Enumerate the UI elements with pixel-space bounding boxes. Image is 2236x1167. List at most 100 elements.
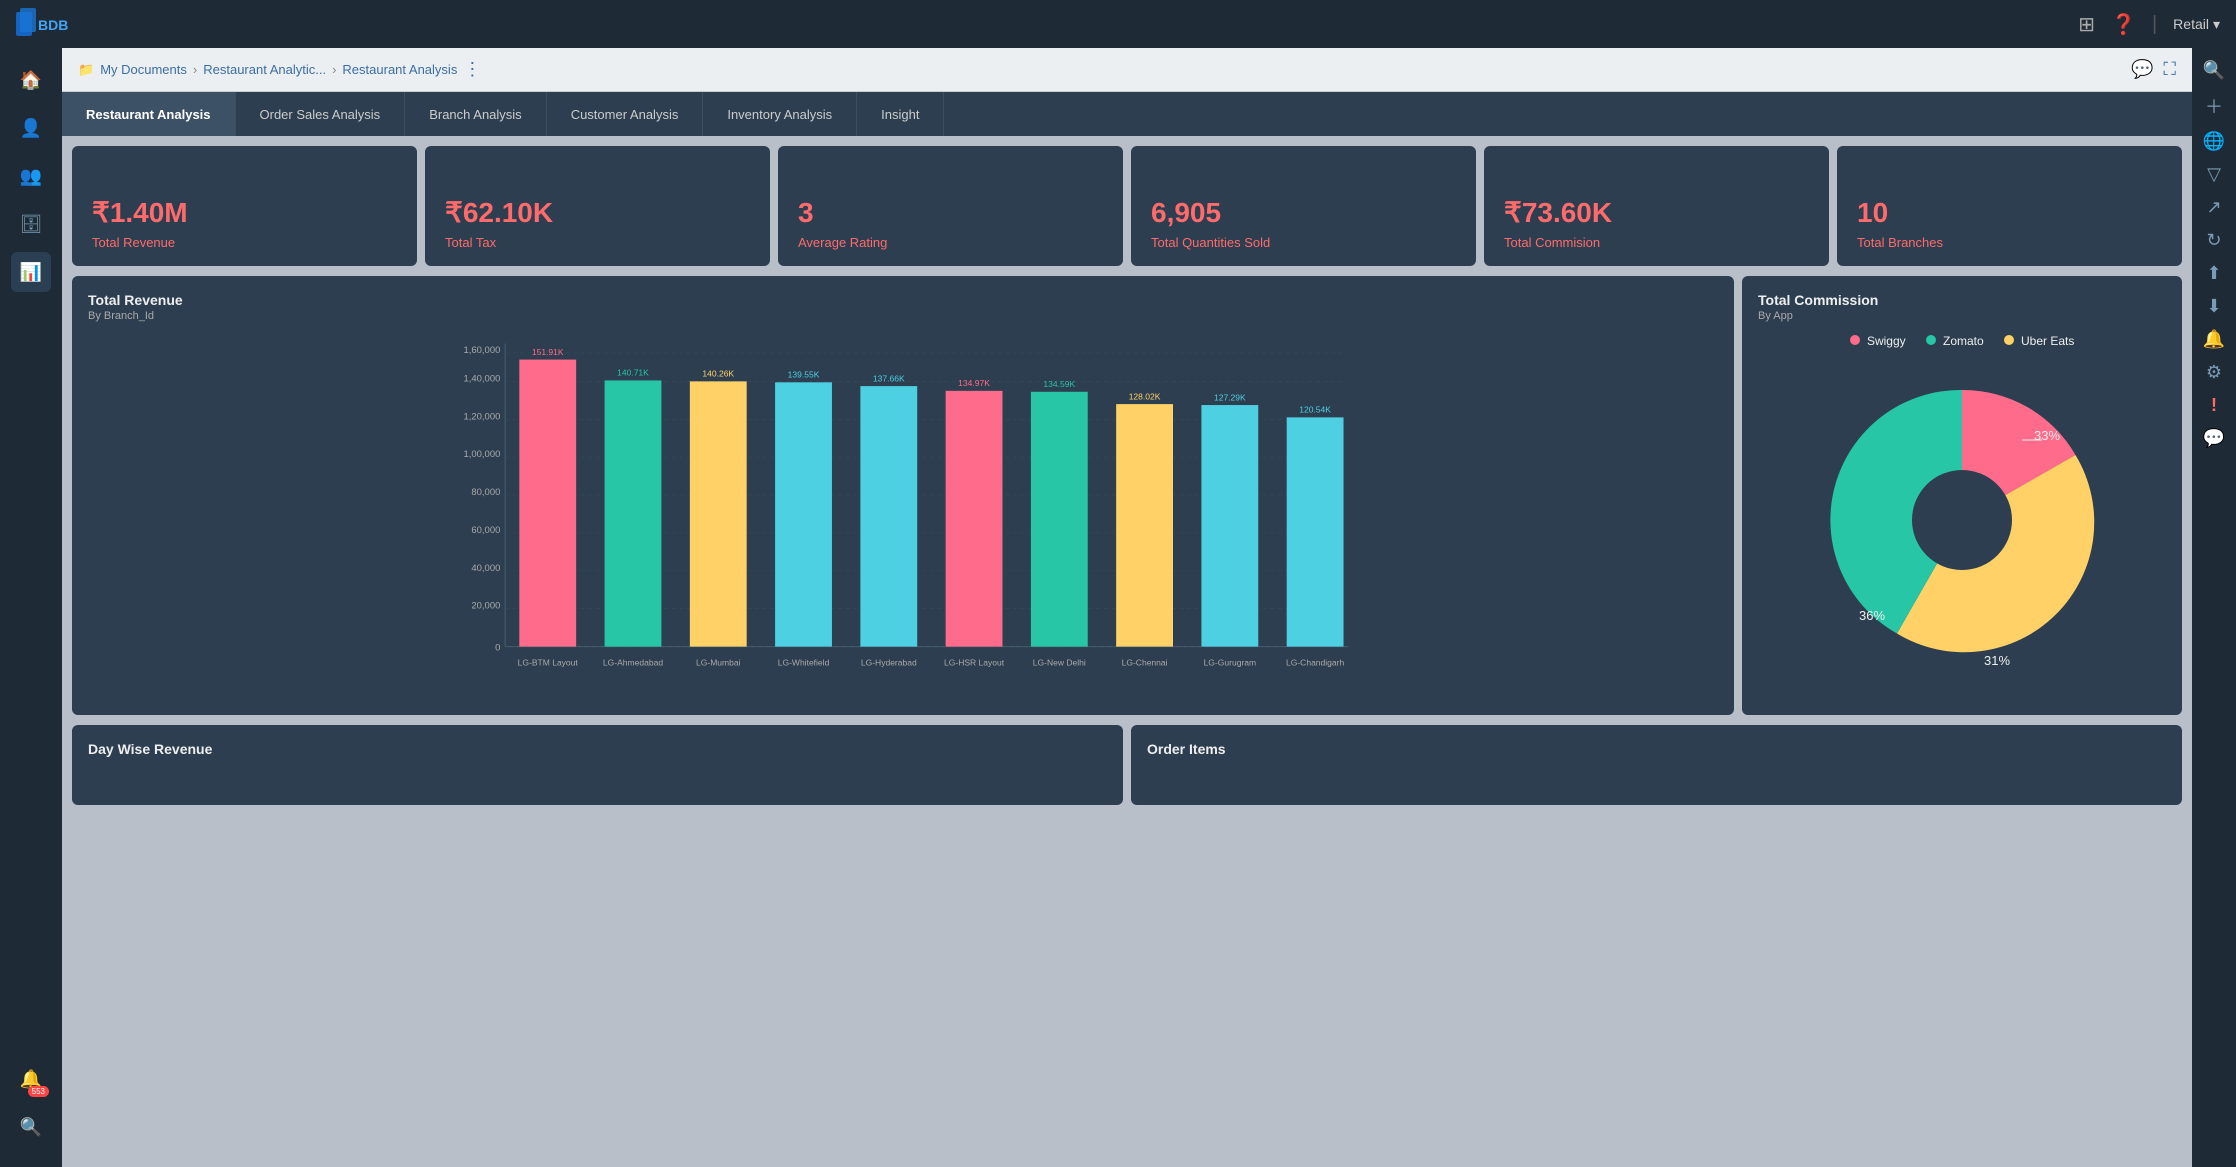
tab-insight[interactable]: Insight: [857, 92, 944, 136]
svg-text:1,20,000: 1,20,000: [464, 411, 501, 422]
svg-text:LG-Whitefield: LG-Whitefield: [778, 658, 830, 668]
breadcrumb-bar: 📁 My Documents › Restaurant Analytic... …: [62, 48, 2192, 92]
svg-text:LG-Hyderabad: LG-Hyderabad: [861, 658, 917, 668]
top-bar-icons: ⊞ ❓ | Retail ▾: [2078, 12, 2220, 37]
metric-value-quantities: 6,905: [1151, 197, 1456, 229]
right-share-icon[interactable]: ↗: [2206, 197, 2221, 218]
metric-cards: ₹1.40M Total Revenue ₹62.10K Total Tax 3…: [72, 146, 2182, 266]
svg-text:140.71K: 140.71K: [617, 368, 649, 378]
svg-text:139.55K: 139.55K: [788, 370, 820, 380]
sidebar-item-analytics[interactable]: 📊: [11, 252, 51, 292]
legend-dot-swiggy: [1850, 335, 1860, 345]
right-globe-icon[interactable]: 🌐: [2203, 131, 2225, 152]
metric-value-tax: ₹62.10K: [445, 196, 750, 229]
right-sidebar: 🔍 ＋ 🌐 ▽ ↗ ↻ ⬆ ⬇ 🔔 ⚙ ! 💬: [2192, 48, 2236, 1167]
order-items-title: Order Items: [1147, 741, 2166, 757]
top-bar: BDB ⊞ ❓ | Retail ▾: [0, 0, 2236, 48]
order-items-card: Order Items: [1131, 725, 2182, 805]
sidebar-item-user[interactable]: 👤: [11, 108, 51, 148]
bar-chart-card: Total Revenue By Branch_Id 0 20,000: [72, 276, 1734, 715]
tab-order[interactable]: Order Sales Analysis: [236, 92, 406, 136]
breadcrumb-item-2[interactable]: Restaurant Analytic...: [203, 62, 326, 77]
day-wise-revenue-title: Day Wise Revenue: [88, 741, 1107, 757]
right-bell-icon[interactable]: 🔔: [2203, 329, 2225, 350]
sidebar-item-home[interactable]: 🏠: [11, 60, 51, 100]
pie-chart-subtitle: By App: [1758, 310, 2166, 322]
svg-text:137.66K: 137.66K: [873, 373, 905, 383]
svg-text:134.59K: 134.59K: [1043, 379, 1075, 389]
tab-restaurant[interactable]: Restaurant Analysis: [62, 92, 236, 136]
notification-badge: 553: [28, 1086, 49, 1097]
charts-row: Total Revenue By Branch_Id 0 20,000: [72, 276, 2182, 715]
metric-card-branches: 10 Total Branches: [1837, 146, 2182, 266]
metric-value-commission: ₹73.60K: [1504, 196, 1809, 229]
tab-inventory[interactable]: Inventory Analysis: [703, 92, 857, 136]
sidebar-item-notifications[interactable]: 🔔 553: [11, 1059, 51, 1099]
pie-center: [1912, 470, 2012, 570]
bottom-row: Day Wise Revenue Order Items: [72, 725, 2182, 805]
sidebar-item-data[interactable]: 🗄: [11, 204, 51, 244]
svg-text:151.91K: 151.91K: [532, 347, 564, 357]
right-alert-icon[interactable]: !: [2211, 395, 2217, 416]
right-download-icon[interactable]: ⬇: [2206, 296, 2221, 317]
breadcrumb-item-3[interactable]: Restaurant Analysis: [342, 62, 457, 77]
fullscreen-icon[interactable]: ⛶: [2163, 59, 2176, 80]
logo: BDB: [16, 8, 76, 40]
svg-text:LG-Gurugram: LG-Gurugram: [1204, 658, 1257, 668]
breadcrumb-item-1[interactable]: My Documents: [100, 62, 187, 77]
right-search-icon[interactable]: 🔍: [2203, 60, 2225, 81]
right-filter-icon[interactable]: ▽: [2207, 164, 2221, 185]
retail-selector[interactable]: Retail ▾: [2173, 16, 2220, 33]
bar-chart-container: 0 20,000 40,000 60,000 80,000 1,00,000: [88, 334, 1718, 699]
svg-text:20,000: 20,000: [471, 601, 500, 612]
chat-icon[interactable]: 💬: [2131, 59, 2153, 80]
grid-icon[interactable]: ⊞: [2078, 12, 2095, 37]
right-settings-icon[interactable]: ⚙: [2206, 362, 2222, 383]
right-refresh-icon[interactable]: ↻: [2206, 230, 2221, 251]
svg-text:1,00,000: 1,00,000: [464, 449, 501, 460]
svg-text:80,000: 80,000: [471, 487, 500, 498]
bar-chart-title: Total Revenue: [88, 292, 1718, 308]
pie-chart-card: Total Commission By App Swiggy Zomato: [1742, 276, 2182, 715]
sidebar-item-users[interactable]: 👥: [11, 156, 51, 196]
metric-label-quantities: Total Quantities Sold: [1151, 235, 1456, 250]
sidebar-item-search[interactable]: 🔍: [11, 1107, 51, 1147]
breadcrumb-menu-icon[interactable]: ⋮: [463, 59, 481, 80]
help-icon[interactable]: ❓: [2111, 12, 2136, 37]
svg-text:128.02K: 128.02K: [1129, 391, 1161, 401]
svg-text:127.29K: 127.29K: [1214, 392, 1246, 402]
metric-card-quantities: 6,905 Total Quantities Sold: [1131, 146, 1476, 266]
svg-text:1,60,000: 1,60,000: [464, 345, 501, 356]
svg-text:0: 0: [495, 642, 500, 653]
breadcrumb-folder-icon: 📁: [78, 62, 94, 78]
right-upload-icon[interactable]: ⬆: [2206, 263, 2221, 284]
svg-text:120.54K: 120.54K: [1299, 405, 1331, 415]
breadcrumb-actions: 💬 ⛶: [2131, 59, 2176, 80]
metric-label-commission: Total Commision: [1504, 235, 1809, 250]
pie-label-swiggy: 33%: [2034, 428, 2060, 443]
pie-section: Swiggy Zomato Uber Eats: [1758, 334, 2166, 680]
tab-branch[interactable]: Branch Analysis: [405, 92, 547, 136]
left-sidebar: 🏠 👤 👥 🗄 📊 🔔 553 🔍: [0, 48, 62, 1167]
legend-dot-zomato: [1926, 335, 1936, 345]
breadcrumb: 📁 My Documents › Restaurant Analytic... …: [78, 59, 481, 80]
legend-swiggy: Swiggy: [1850, 334, 1906, 348]
dashboard: ₹1.40M Total Revenue ₹62.10K Total Tax 3…: [62, 136, 2192, 1167]
svg-text:1,40,000: 1,40,000: [464, 373, 501, 384]
metric-label-branches: Total Branches: [1857, 235, 2162, 250]
svg-text:LG-Mumbai: LG-Mumbai: [696, 658, 741, 668]
svg-text:LG-HSR Layout: LG-HSR Layout: [944, 658, 1005, 668]
bar-chart-svg: 0 20,000 40,000 60,000 80,000 1,00,000: [88, 334, 1718, 694]
svg-text:134.97K: 134.97K: [958, 378, 990, 388]
pie-legend: Swiggy Zomato Uber Eats: [1850, 334, 2075, 348]
metric-value-branches: 10: [1857, 197, 2162, 229]
pie-label-zomato: 31%: [1984, 653, 2010, 668]
svg-text:LG-Chennai: LG-Chennai: [1122, 658, 1168, 668]
tab-customer[interactable]: Customer Analysis: [547, 92, 704, 136]
svg-text:60,000: 60,000: [471, 525, 500, 536]
right-add-icon[interactable]: ＋: [2205, 93, 2223, 119]
tabs-bar: Restaurant Analysis Order Sales Analysis…: [62, 92, 2192, 136]
svg-text:LG-Chandigarh: LG-Chandigarh: [1286, 658, 1344, 668]
right-chat-icon[interactable]: 💬: [2203, 428, 2225, 449]
metric-label-rating: Average Rating: [798, 235, 1103, 250]
